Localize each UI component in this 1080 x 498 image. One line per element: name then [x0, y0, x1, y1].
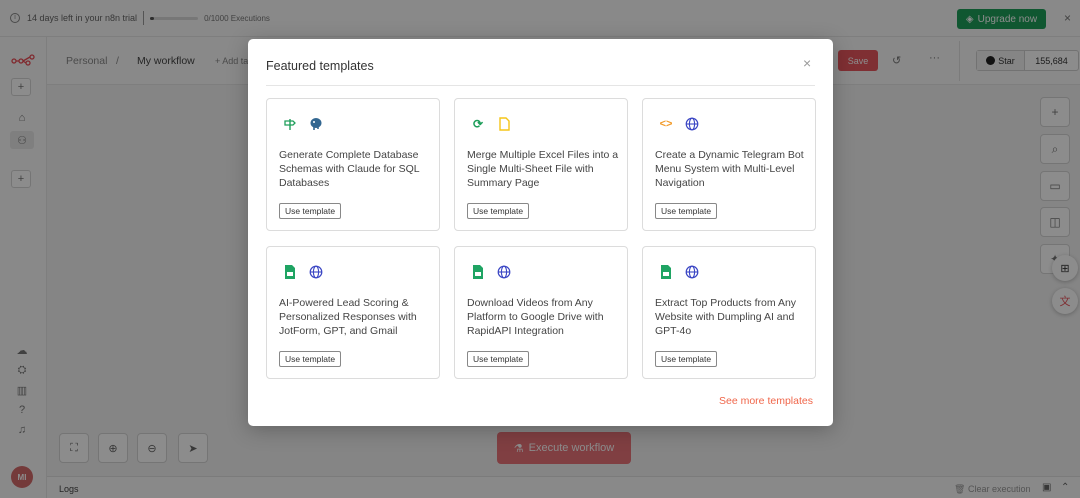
template-card[interactable]: Extract Top Products from Any Website wi…	[642, 246, 816, 379]
template-title: Merge Multiple Excel Files into a Single…	[467, 149, 619, 189]
template-icons	[470, 264, 512, 280]
template-icons: ⟳	[470, 116, 512, 132]
template-title: Generate Complete Database Schemas with …	[279, 149, 420, 189]
close-icon[interactable]: ×	[803, 55, 811, 71]
globe-icon	[496, 264, 512, 280]
template-icons: <>	[658, 116, 700, 132]
template-card[interactable]: ⟳ Merge Multiple Excel Files into a Sing…	[454, 98, 628, 231]
template-card[interactable]: Download Videos from Any Platform to Goo…	[454, 246, 628, 379]
use-template-button[interactable]: Use template	[467, 351, 530, 367]
template-card[interactable]: <> Create a Dynamic Telegram Bot Menu Sy…	[642, 98, 816, 231]
signpost-icon	[282, 116, 298, 132]
use-template-button[interactable]: Use template	[655, 351, 718, 367]
google-sheets-icon	[282, 264, 298, 280]
file-icon	[496, 116, 512, 132]
use-template-button[interactable]: Use template	[279, 351, 342, 367]
use-template-button[interactable]: Use template	[279, 203, 342, 219]
template-title: AI-Powered Lead Scoring & Personalized R…	[279, 297, 417, 337]
refresh-icon: ⟳	[472, 117, 484, 131]
use-template-button[interactable]: Use template	[467, 203, 530, 219]
template-card[interactable]: AI-Powered Lead Scoring & Personalized R…	[266, 246, 440, 379]
template-title: Download Videos from Any Platform to Goo…	[467, 297, 604, 337]
globe-icon	[308, 264, 324, 280]
google-sheets-icon	[470, 264, 486, 280]
see-more-templates-link[interactable]: See more templates	[719, 395, 813, 407]
modal-divider	[266, 85, 815, 86]
code-icon: <>	[659, 117, 673, 130]
use-template-button[interactable]: Use template	[655, 203, 718, 219]
globe-icon	[684, 116, 700, 132]
template-title: Create a Dynamic Telegram Bot Menu Syste…	[655, 149, 804, 189]
template-title: Extract Top Products from Any Website wi…	[655, 297, 797, 337]
template-icons	[658, 264, 700, 280]
google-sheets-icon	[658, 264, 674, 280]
template-card[interactable]: Generate Complete Database Schemas with …	[266, 98, 440, 231]
globe-icon	[684, 264, 700, 280]
modal-title: Featured templates	[266, 59, 374, 73]
template-icons	[282, 116, 324, 132]
template-icons	[282, 264, 324, 280]
postgres-elephant-icon	[308, 116, 324, 132]
featured-templates-modal: Featured templates × Generate Complete D…	[248, 39, 833, 426]
